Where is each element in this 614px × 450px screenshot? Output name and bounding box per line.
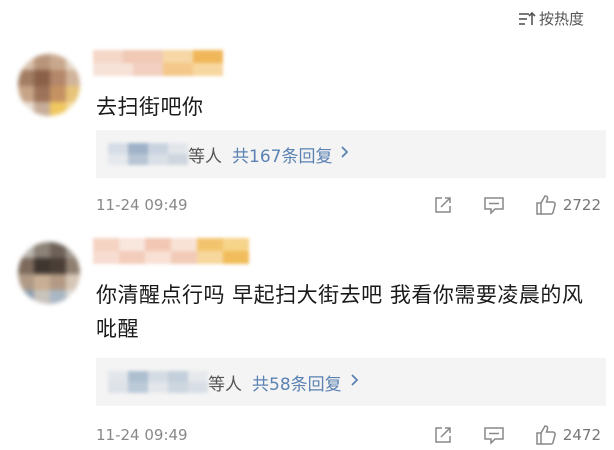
avatar[interactable] xyxy=(18,54,80,116)
like-count: 2472 xyxy=(562,426,601,444)
chevron-right-icon xyxy=(340,144,349,164)
sort-by-hot-button[interactable]: 按热度 xyxy=(518,8,584,29)
reply-count: 共58条回复 xyxy=(252,374,342,395)
thumbs-up-icon xyxy=(536,195,556,215)
like-button[interactable]: 2472 xyxy=(535,424,601,446)
like-button[interactable]: 2722 xyxy=(535,194,601,216)
username-redacted[interactable] xyxy=(93,50,223,76)
reply-users-suffix: 等人 xyxy=(208,374,242,395)
sort-label: 按热度 xyxy=(538,10,584,28)
thumbs-up-icon xyxy=(536,425,556,445)
share-icon xyxy=(435,197,451,213)
comment-text: 你清醒点行吗 早起扫大街去吧 我看你需要凌晨的风吡醒 xyxy=(96,283,584,341)
reply-button[interactable] xyxy=(483,195,505,215)
chevron-right-icon xyxy=(350,372,359,392)
comment-meta: 11-24 09:49 2472 xyxy=(96,421,601,449)
comment-text: 去扫街吧你 xyxy=(96,95,204,119)
like-count: 2722 xyxy=(562,196,601,214)
reply-usernames-redacted xyxy=(108,371,208,393)
reply-button[interactable] xyxy=(483,425,505,445)
share-button[interactable] xyxy=(433,195,453,215)
sort-icon xyxy=(518,11,536,25)
avatar[interactable] xyxy=(18,242,80,304)
share-icon xyxy=(435,427,451,443)
reply-usernames-redacted xyxy=(108,143,188,165)
timestamp: 11-24 09:49 xyxy=(96,196,188,214)
comment-icon xyxy=(484,427,504,445)
comment-meta: 11-24 09:49 2722 xyxy=(96,191,601,219)
comment-icon xyxy=(484,197,504,215)
reply-count: 共167条回复 xyxy=(232,146,333,167)
share-button[interactable] xyxy=(433,425,453,445)
replies-link[interactable]: 等人 共58条回复 xyxy=(96,358,606,406)
reply-users-suffix: 等人 xyxy=(188,146,222,167)
replies-link[interactable]: 等人 共167条回复 xyxy=(96,130,606,178)
username-redacted[interactable] xyxy=(93,238,249,264)
timestamp: 11-24 09:49 xyxy=(96,426,188,444)
